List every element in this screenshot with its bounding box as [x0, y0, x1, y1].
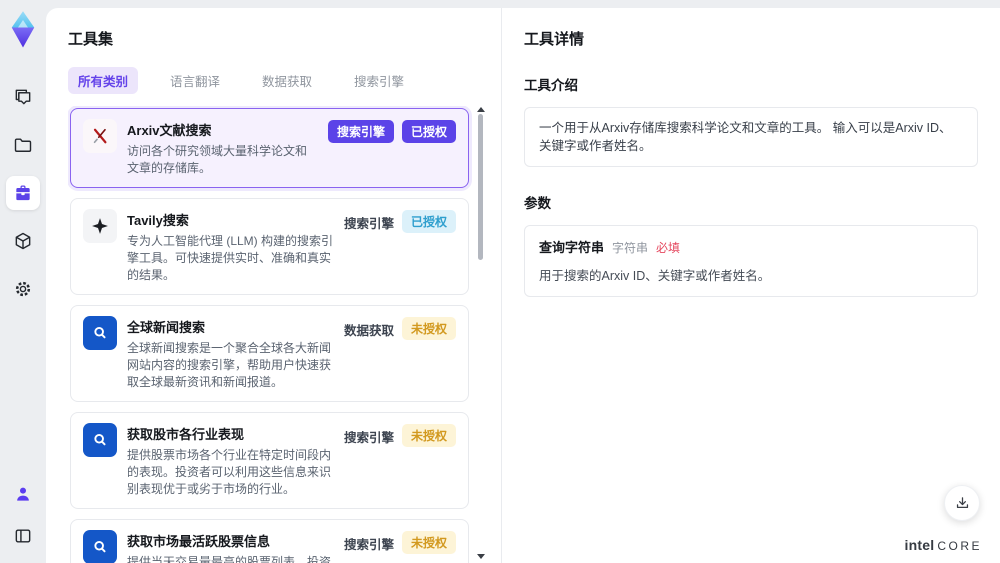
scroll-down-arrow[interactable] — [477, 554, 485, 559]
sidebar-bottom — [6, 477, 40, 553]
cube-icon[interactable] — [6, 224, 40, 258]
tool-list-item[interactable]: Arxiv文献搜索访问各个研究领域大量科学论文和文章的存储库。 搜索引擎 已授权 — [70, 108, 469, 188]
tool-list: Arxiv文献搜索 访问各个研究领域大量科学论文和文章的存储库。 搜索引擎 已授权 Ta… — [68, 106, 471, 563]
auth-status-badge: 未授权 — [401, 531, 456, 554]
gear-icon[interactable] — [6, 272, 40, 306]
category-tag: 搜索引擎 — [343, 538, 394, 552]
sparkle-icon — [83, 209, 117, 243]
auth-status-badge: 已授权 — [401, 120, 456, 143]
tool-description: 全球新闻搜索是一个聚合全球各大新闻网站内容的搜索引擎，帮助用户快速获取全球最新资… — [127, 341, 332, 389]
tool-title: 全球新闻搜索 — [127, 320, 206, 335]
tool-title: Tavily搜索 — [127, 213, 189, 228]
tool-item-body: 获取股市各行业表现提供股票市场各个行业在特定时间段内的表现。投资者可以利用这些信… — [127, 423, 334, 498]
toolbox-icon[interactable] — [6, 176, 40, 210]
param-header: 查询字符串 字符串 必填 — [539, 237, 963, 256]
user-avatar-icon[interactable] — [6, 477, 40, 511]
download-button[interactable] — [944, 485, 980, 521]
intro-heading: 工具介绍 — [524, 78, 578, 93]
tool-detail-panel: 工具详情 工具介绍 一个用于从Arxiv存储库搜索科学论文和文章的工具。 输入可… — [502, 8, 1000, 563]
app-logo[interactable] — [8, 10, 38, 50]
folder-icon[interactable] — [6, 128, 40, 162]
auth-status-badge: 未授权 — [401, 424, 456, 447]
scroll-up-arrow[interactable] — [477, 107, 485, 112]
param-required-badge: 必填 — [656, 241, 681, 255]
auth-status-badge: 已授权 — [401, 210, 456, 233]
tool-list-scroll-area: Arxiv文献搜索 访问各个研究领域大量科学论文和文章的存储库。 搜索引擎 已授权 Ta… — [68, 106, 485, 563]
tab-data-fetch[interactable]: 数据获取 — [252, 67, 322, 94]
tool-badges: 搜索引擎 已授权 — [327, 119, 456, 143]
tool-title: 获取市场最活跃股票信息 — [127, 534, 271, 549]
param-type: 字符串 — [612, 241, 649, 255]
tool-list-item[interactable]: 获取股市各行业表现提供股票市场各个行业在特定时间段内的表现。投资者可以利用这些信… — [70, 412, 469, 509]
params-heading: 参数 — [524, 196, 551, 211]
details-title: 工具详情 — [524, 31, 585, 48]
param-box: 查询字符串 字符串 必填 用于搜索的Arxiv ID、关键字或作者姓名。 — [524, 225, 978, 297]
scrollbar[interactable] — [476, 106, 485, 559]
chat-icon[interactable] — [6, 80, 40, 114]
sidebar-nav — [6, 80, 40, 306]
tab-search-engine[interactable]: 搜索引擎 — [344, 67, 414, 94]
category-tabs: 所有类别 语言翻译 数据获取 搜索引擎 — [68, 67, 485, 94]
tool-description: 提供股票市场各个行业在特定时间段内的表现。投资者可以利用这些信息来识别表现优于或… — [127, 448, 332, 496]
tool-item-body: Tavily搜索专为人工智能代理 (LLM) 构建的搜索引擎工具。可快速提供实时… — [127, 209, 334, 284]
tool-badges: 搜索引擎 已授权 — [344, 209, 456, 235]
intro-box: 一个用于从Arxiv存储库搜索科学论文和文章的工具。 输入可以是Arxiv ID… — [524, 107, 978, 167]
category-tag: 搜索引擎 — [327, 120, 394, 143]
tool-title: Arxiv文献搜索 — [127, 123, 212, 138]
param-desc: 用于搜索的Arxiv ID、关键字或作者姓名。 — [539, 269, 771, 283]
scrollbar-thumb[interactable] — [478, 114, 483, 260]
tool-title: 获取股市各行业表现 — [127, 427, 245, 442]
main-card: 工具集 所有类别 语言翻译 数据获取 搜索引擎 Arxiv文献搜索 访问各个研究领域大量… — [46, 8, 1000, 563]
page-title: 工具集 — [68, 31, 114, 48]
auth-status-badge: 未授权 — [401, 317, 456, 340]
core-brand-text: core — [937, 539, 982, 553]
tool-list-panel: 工具集 所有类别 语言翻译 数据获取 搜索引擎 Arxiv文献搜索 访问各个研究领域大量… — [46, 8, 502, 563]
tab-language-translate[interactable]: 语言翻译 — [160, 67, 230, 94]
tool-description: 专为人工智能代理 (LLM) 构建的搜索引擎工具。可快速提供实时、准确和真实的结… — [127, 234, 334, 282]
intro-text: 一个用于从Arxiv存储库搜索科学论文和文章的工具。 输入可以是Arxiv ID… — [539, 121, 952, 153]
tool-item-body: Arxiv文献搜索访问各个研究领域大量科学论文和文章的存储库。 — [127, 119, 318, 177]
search-app-icon — [83, 316, 117, 350]
tool-badges: 数据获取 未授权 — [344, 316, 456, 342]
tab-all-categories[interactable]: 所有类别 — [68, 67, 139, 94]
category-tag: 数据获取 — [343, 324, 394, 338]
tool-item-body: 全球新闻搜索全球新闻搜索是一个聚合全球各大新闻网站内容的搜索引擎，帮助用户快速获… — [127, 316, 334, 391]
tool-description: 访问各个研究领域大量科学论文和文章的存储库。 — [127, 144, 308, 175]
search-app-icon — [83, 423, 117, 457]
category-tag: 搜索引擎 — [343, 217, 394, 231]
tool-badges: 搜索引擎 未授权 — [344, 530, 456, 556]
intel-core-logo: intel core — [905, 537, 982, 553]
app-sidebar — [0, 0, 46, 563]
tool-badges: 搜索引擎 未授权 — [344, 423, 456, 449]
tool-description: 提供当天交易量最高的股票列表。投资者可以利用这些信息来识别流动性强的股票和潜在的… — [127, 555, 332, 563]
arxiv-icon — [83, 119, 117, 153]
search-app-icon — [83, 530, 117, 563]
tool-list-item[interactable]: Tavily搜索专为人工智能代理 (LLM) 构建的搜索引擎工具。可快速提供实时… — [70, 198, 469, 295]
category-tag: 搜索引擎 — [343, 431, 394, 445]
tool-list-item[interactable]: 全球新闻搜索全球新闻搜索是一个聚合全球各大新闻网站内容的搜索引擎，帮助用户快速获… — [70, 305, 469, 402]
intel-brand-text: intel — [904, 537, 935, 553]
tool-item-body: 获取市场最活跃股票信息提供当天交易量最高的股票列表。投资者可以利用这些信息来识别… — [127, 530, 334, 563]
param-name: 查询字符串 — [539, 240, 605, 255]
tool-list-item[interactable]: 获取市场最活跃股票信息提供当天交易量最高的股票列表。投资者可以利用这些信息来识别… — [70, 519, 469, 563]
panel-toggle-icon[interactable] — [6, 519, 40, 553]
